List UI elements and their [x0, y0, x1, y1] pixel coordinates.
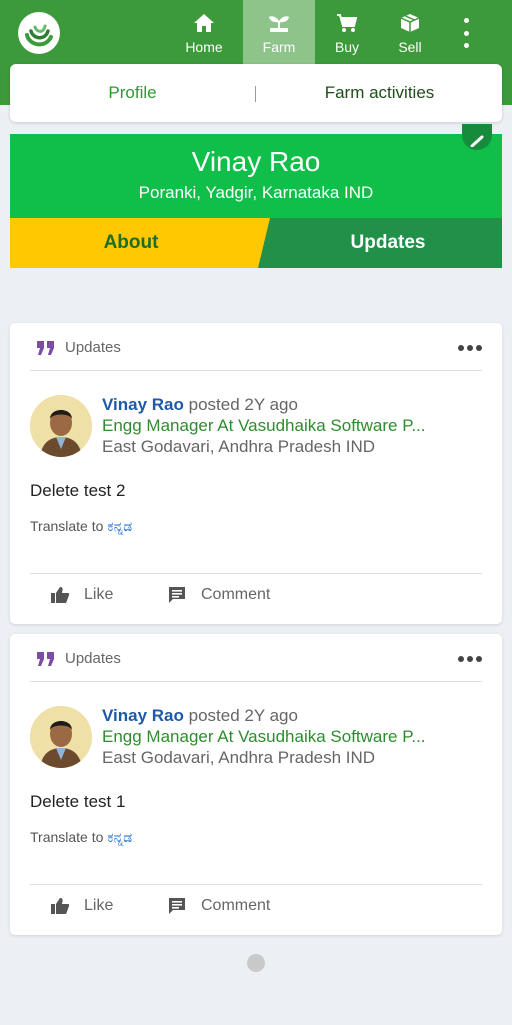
tab-about[interactable]: About: [10, 218, 272, 268]
avatar-image: [30, 395, 92, 457]
tab-divider: [255, 86, 256, 102]
nav-home[interactable]: Home: [172, 0, 236, 64]
quote-icon: [37, 652, 54, 666]
tab-farm-activities[interactable]: Farm activities: [257, 64, 502, 122]
post-card-header: Updates: [30, 337, 482, 371]
post-actions: Like Comment: [30, 573, 482, 624]
translate-line: Translate to ಕನ್ನಡ: [30, 829, 132, 846]
profile-location: Poranki, Yadgir, Karnataka IND: [138, 183, 374, 202]
comment-button[interactable]: Comment: [167, 897, 270, 915]
profile-subtabs: About Updates: [10, 218, 502, 268]
nav-buy[interactable]: Buy: [315, 0, 379, 64]
post-text: Delete test 2: [30, 481, 126, 500]
nav-home-label: Home: [185, 39, 223, 55]
home-icon: [194, 14, 214, 32]
post-author-role: Engg Manager At Vasudhaika Software P...: [102, 416, 426, 435]
cart-icon: [337, 14, 358, 32]
thumbs-up-icon: [51, 587, 70, 603]
post-author-name[interactable]: Vinay Rao: [102, 706, 184, 725]
logo-icon: [25, 24, 53, 47]
box-icon: [400, 14, 420, 32]
post-card-header: Updates: [30, 648, 482, 682]
nav-farm-label: Farm: [262, 39, 296, 55]
nav-sell[interactable]: Sell: [378, 0, 442, 64]
post-author-role: Engg Manager At Vasudhaika Software P...: [102, 727, 426, 746]
avatar-image: [30, 706, 92, 768]
post-author-location: East Godavari, Andhra Pradesh IND: [102, 437, 376, 456]
overflow-menu-icon[interactable]: [454, 18, 478, 48]
loading-indicator: [247, 954, 265, 972]
avatar[interactable]: [30, 706, 92, 768]
post-type-label: Updates: [65, 650, 121, 667]
like-label: Like: [84, 586, 114, 603]
avatar[interactable]: [30, 395, 92, 457]
comment-label: Comment: [201, 897, 271, 914]
post-author-line: Vinay Rao posted 2Y ago: [102, 395, 298, 415]
like-label: Like: [84, 897, 114, 914]
post-author-name[interactable]: Vinay Rao: [102, 395, 184, 414]
comment-icon: [169, 587, 185, 603]
post-card: Updates Vinay Rao posted 2Y ago Engg Man…: [10, 323, 502, 624]
like-button[interactable]: Like: [50, 897, 113, 915]
post-card: Updates Vinay Rao posted 2Y ago Engg Man…: [10, 634, 502, 935]
profile-name: Vinay Rao: [191, 146, 321, 177]
tab-updates[interactable]: Updates: [258, 218, 502, 268]
more-options-icon[interactable]: [458, 656, 482, 662]
nav-buy-label: Buy: [334, 39, 360, 55]
profile-banner: Vinay Rao Poranki, Yadgir, Karnataka IND: [10, 134, 502, 218]
post-time: posted 2Y ago: [188, 706, 298, 725]
post-author-line: Vinay Rao posted 2Y ago: [102, 706, 298, 726]
post-type-label: Updates: [65, 339, 121, 356]
comment-label: Comment: [201, 586, 271, 603]
translate-link[interactable]: ಕನ್ನಡ: [107, 518, 132, 534]
translate-link[interactable]: ಕನ್ನಡ: [107, 829, 132, 845]
profile-tabs: Profile Farm activities: [10, 64, 502, 122]
comment-icon: [169, 898, 185, 914]
edit-pencil-icon: [470, 135, 484, 147]
app-logo[interactable]: [18, 12, 60, 54]
translate-line: Translate to ಕನ್ನಡ: [30, 518, 132, 535]
quote-icon: [37, 341, 54, 355]
sprout-icon: [269, 16, 289, 32]
more-options-icon[interactable]: [458, 345, 482, 351]
translate-label: Translate to: [30, 518, 104, 534]
nav-farm[interactable]: Farm: [243, 0, 315, 64]
post-author-location: East Godavari, Andhra Pradesh IND: [102, 748, 376, 767]
post-actions: Like Comment: [30, 884, 482, 935]
post-time: posted 2Y ago: [188, 395, 298, 414]
translate-label: Translate to: [30, 829, 104, 845]
nav-sell-label: Sell: [398, 39, 422, 55]
thumbs-up-icon: [51, 898, 70, 914]
like-button[interactable]: Like: [50, 586, 113, 604]
post-text: Delete test 1: [30, 792, 126, 811]
tab-profile[interactable]: Profile: [10, 64, 255, 122]
comment-button[interactable]: Comment: [167, 586, 270, 604]
